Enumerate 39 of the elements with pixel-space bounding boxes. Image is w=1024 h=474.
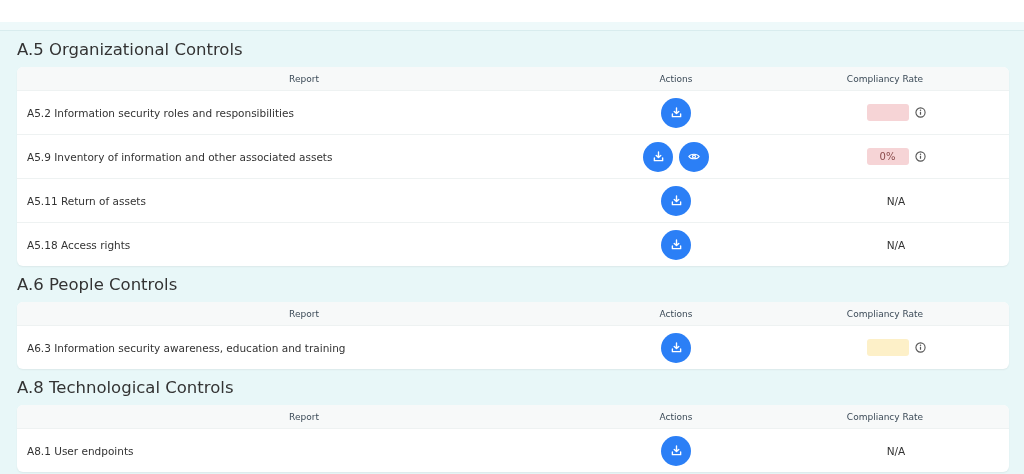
report-name: A5.11 Return of assets — [27, 194, 146, 207]
rate-value: N/A — [886, 194, 906, 207]
view-button[interactable] — [679, 141, 709, 172]
report-name: A5.9 Inventory of information and other associated assets — [27, 150, 333, 163]
report-name: A5.18 Access rights — [27, 238, 131, 251]
download-button[interactable] — [661, 435, 691, 466]
column-header: Actions — [659, 411, 693, 422]
rate-value: N/A — [886, 238, 906, 251]
download-button[interactable] — [661, 97, 691, 128]
report-name: A8.1 User endpoints — [27, 444, 134, 457]
report-name: A5.2 Information security roles and responsibilities — [27, 106, 294, 119]
rate-badge: 0% — [866, 148, 909, 165]
info-icon — [914, 107, 926, 118]
column-header: Compliancy Rate — [846, 411, 924, 422]
column-header: Report — [289, 411, 319, 422]
info-icon — [914, 342, 926, 353]
column-header: Actions — [659, 73, 693, 84]
download-button[interactable] — [643, 141, 673, 172]
info-icon — [914, 151, 926, 162]
report-name: A6.3 Information security awareness, education and training — [27, 341, 346, 354]
column-header: Compliancy Rate — [846, 308, 924, 319]
download-button[interactable] — [661, 229, 691, 260]
download-icon — [652, 151, 664, 162]
column-header: Report — [289, 73, 319, 84]
section-title: A.6 People Controls — [17, 274, 179, 296]
column-header: Report — [289, 308, 319, 319]
download-icon — [670, 342, 682, 353]
download-icon — [670, 195, 682, 206]
download-icon — [670, 239, 682, 250]
download-button[interactable] — [661, 332, 691, 363]
download-icon — [670, 445, 682, 456]
column-header: Compliancy Rate — [846, 73, 924, 84]
download-icon — [670, 107, 682, 118]
column-header: Actions — [659, 308, 693, 319]
section-title: A.8 Technological Controls — [17, 377, 235, 399]
rate-value: N/A — [886, 444, 906, 457]
section-title: A.5 Organizational Controls — [17, 39, 244, 61]
download-button[interactable] — [661, 185, 691, 216]
eye-icon — [688, 152, 700, 161]
